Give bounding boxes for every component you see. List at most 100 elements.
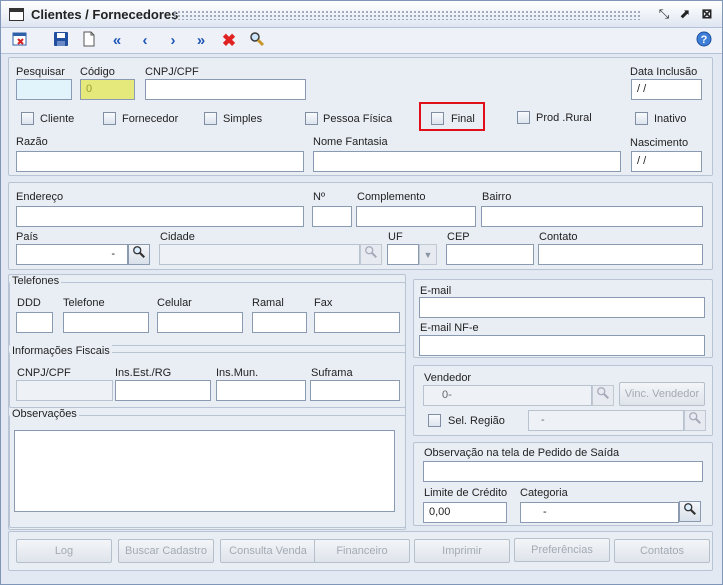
telefone-label: Telefone: [63, 297, 105, 309]
ins-mun-input[interactable]: [216, 380, 306, 401]
pesquisar-label: Pesquisar: [16, 66, 65, 78]
restore-icon[interactable]: ⤡: [656, 6, 672, 22]
obs-pedido-input[interactable]: [423, 461, 703, 482]
bairro-input[interactable]: [481, 206, 703, 227]
uf-label: UF: [388, 231, 403, 243]
log-button[interactable]: Log: [16, 539, 112, 563]
observacoes-textarea[interactable]: [14, 430, 395, 512]
ddd-input[interactable]: [16, 312, 53, 333]
vendedor-search-button[interactable]: [592, 385, 614, 406]
fornecedor-label: Fornecedor: [122, 113, 179, 125]
footer-panel: Log Buscar Cadastro Consulta Venda Finan…: [8, 531, 713, 571]
search-icon[interactable]: [247, 31, 267, 51]
vinc-vendedor-button[interactable]: Vinc. Vendedor: [619, 382, 705, 406]
maximize-icon[interactable]: ⬈: [677, 6, 693, 22]
pais-label: País: [16, 231, 39, 243]
magnifier-icon: [365, 246, 378, 259]
ins-est-input[interactable]: [115, 380, 211, 401]
title-bar: Clientes / Fornecedores ⤡ ⬈ ⊠: [1, 1, 722, 28]
regiao-search-button[interactable]: [684, 410, 706, 431]
uf-dropdown-button[interactable]: ▼: [419, 244, 437, 265]
exit-icon[interactable]: [10, 31, 30, 51]
previous-record-icon[interactable]: ‹: [135, 31, 155, 51]
data-inclusao-input[interactable]: / /: [631, 79, 702, 100]
celular-input[interactable]: [157, 312, 243, 333]
nome-fantasia-label: Nome Fantasia: [313, 136, 388, 148]
fax-label: Fax: [314, 297, 333, 309]
telefones-group: Telefones DDD Telefone Celular Ramal Fax: [9, 275, 406, 346]
header-panel: Pesquisar Código 0 CNPJ/CPF Data Inclusã…: [8, 57, 713, 176]
pais-input[interactable]: -: [16, 244, 128, 265]
email-label: E-mail: [420, 285, 452, 297]
consulta-venda-button[interactable]: Consulta Venda: [220, 539, 316, 563]
telefone-input[interactable]: [63, 312, 149, 333]
pessoa-fisica-checkbox[interactable]: [305, 112, 318, 125]
complemento-input[interactable]: [356, 206, 476, 227]
first-record-icon[interactable]: «: [107, 31, 127, 51]
window-icon: [9, 8, 24, 21]
nascimento-input[interactable]: / /: [631, 151, 702, 172]
close-icon[interactable]: ⊠: [699, 6, 715, 22]
pessoa-fisica-label: Pessoa Física: [323, 113, 393, 125]
informacoes-fiscais-title: Informações Fiscais: [10, 345, 112, 357]
data-inclusao-label: Data Inclusão: [630, 66, 698, 78]
cidade-label: Cidade: [160, 231, 195, 243]
cidade-input[interactable]: [159, 244, 360, 265]
sel-regiao-checkbox[interactable]: [428, 414, 441, 427]
categoria-input[interactable]: -: [520, 502, 679, 523]
email-nfe-label: E-mail NF-e: [420, 322, 479, 334]
fiscal-cnpj-label: CNPJ/CPF: [17, 367, 71, 379]
categoria-search-button[interactable]: [679, 501, 701, 522]
razao-input[interactable]: [16, 151, 304, 172]
cnpj-label: CNPJ/CPF: [145, 66, 199, 78]
contato-input[interactable]: [538, 244, 703, 265]
bairro-label: Bairro: [482, 191, 512, 203]
uf-select[interactable]: [387, 244, 419, 265]
financeiro-button[interactable]: Financeiro: [314, 539, 410, 563]
fiscal-cnpj-input[interactable]: [16, 380, 113, 401]
cidade-search-button[interactable]: [360, 244, 382, 265]
magnifier-icon: [684, 503, 697, 516]
cnpj-input[interactable]: [145, 79, 306, 100]
sel-regiao-label: Sel. Região: [448, 415, 505, 427]
next-record-icon[interactable]: ›: [163, 31, 183, 51]
prod-rural-checkbox[interactable]: [517, 111, 530, 124]
pais-search-button[interactable]: [128, 244, 150, 265]
simples-checkbox[interactable]: [204, 112, 217, 125]
endereco-input[interactable]: [16, 206, 304, 227]
imprimir-button[interactable]: Imprimir: [414, 539, 510, 563]
vendedor-label: Vendedor: [424, 372, 472, 384]
vendedor-input[interactable]: 0-: [423, 385, 592, 406]
codigo-label: Código: [80, 66, 115, 78]
magnifier-icon: [133, 246, 146, 259]
inativo-checkbox[interactable]: [635, 112, 648, 125]
limite-credito-label: Limite de Crédito: [424, 487, 508, 499]
fornecedor-checkbox[interactable]: [103, 112, 116, 125]
window-title: Clientes / Fornecedores: [31, 7, 179, 22]
nome-fantasia-input[interactable]: [313, 151, 621, 172]
cliente-checkbox[interactable]: [21, 112, 34, 125]
ramal-input[interactable]: [252, 312, 307, 333]
help-icon[interactable]: ?: [694, 31, 714, 51]
email-input[interactable]: [419, 297, 705, 318]
suframa-input[interactable]: [310, 380, 400, 401]
codigo-input[interactable]: 0: [80, 79, 135, 100]
limite-credito-input[interactable]: 0,00: [423, 502, 507, 523]
email-nfe-input[interactable]: [419, 335, 705, 356]
numero-input[interactable]: [312, 206, 352, 227]
delete-icon[interactable]: ✖: [219, 31, 239, 51]
new-document-icon[interactable]: [79, 31, 99, 51]
pedido-panel: Observação na tela de Pedido de Saída Li…: [413, 442, 713, 526]
regiao-input[interactable]: -: [528, 410, 684, 431]
contatos-button[interactable]: Contatos: [614, 539, 710, 563]
buscar-cadastro-button[interactable]: Buscar Cadastro: [118, 539, 214, 563]
cep-label: CEP: [447, 231, 470, 243]
preferencias-button[interactable]: Preferências: [514, 538, 610, 562]
magnifier-icon: [597, 387, 610, 400]
pesquisar-input[interactable]: [16, 79, 72, 100]
fax-input[interactable]: [314, 312, 400, 333]
final-highlight-box: [419, 102, 485, 131]
last-record-icon[interactable]: »: [191, 31, 211, 51]
save-icon[interactable]: [51, 31, 71, 51]
cep-input[interactable]: [446, 244, 534, 265]
